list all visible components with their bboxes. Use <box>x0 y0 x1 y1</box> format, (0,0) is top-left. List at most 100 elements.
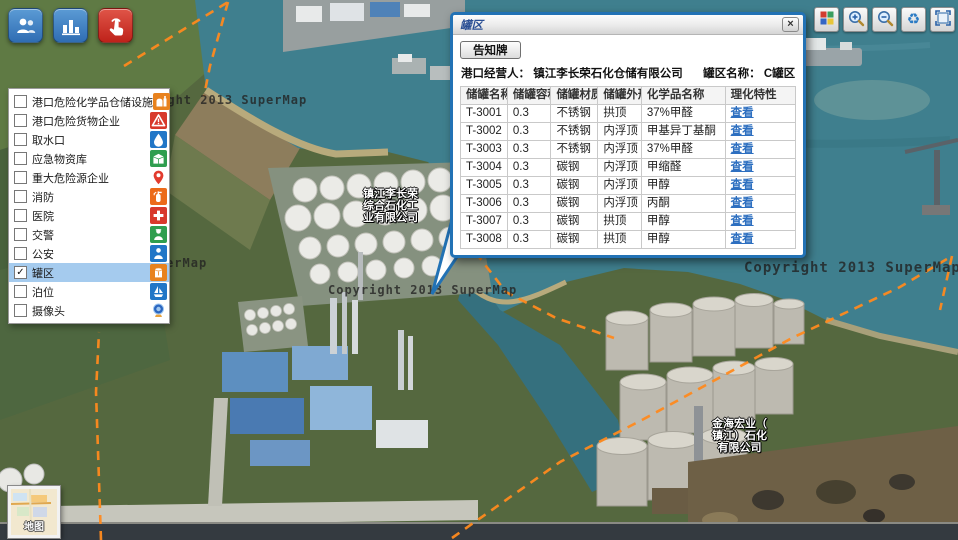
full-extent-button[interactable] <box>930 7 955 32</box>
layer-item[interactable]: 应急物资库 <box>9 149 169 168</box>
notice-board-button[interactable]: 告知牌 <box>460 41 521 59</box>
layer-label: 重大危险源企业 <box>32 170 109 186</box>
layer-checkbox[interactable] <box>14 171 27 184</box>
tank-name-cell: T-3003 <box>461 141 508 159</box>
company-map-label: 镇江李长荣 综合石化工 业有限公司 <box>363 188 418 224</box>
layer-checkbox[interactable] <box>14 285 27 298</box>
layer-item[interactable]: 公安 <box>9 244 169 263</box>
hazard-warning-icon <box>150 112 167 129</box>
column-header: 储罐材质 <box>551 87 598 105</box>
tank-material-cell: 不锈钢 <box>551 123 598 141</box>
layer-checkbox[interactable] <box>14 247 27 260</box>
layer-checkbox[interactable] <box>14 304 27 317</box>
layer-label: 港口危险化学品仓储设施 <box>32 94 153 110</box>
layer-checkbox[interactable] <box>14 209 27 222</box>
recycle-icon: ♻ <box>907 12 920 27</box>
view-link[interactable]: 查看 <box>731 233 754 245</box>
view-link[interactable]: 查看 <box>731 197 754 209</box>
zoom-out-icon <box>876 9 894 30</box>
tank-name-cell: T-3002 <box>461 123 508 141</box>
tank-shape-cell: 内浮顶 <box>598 123 642 141</box>
tank-area-name-value: C罐区 <box>764 68 795 80</box>
chemical-name-cell: 甲缩醛 <box>641 159 725 177</box>
tank-material-cell: 不锈钢 <box>551 141 598 159</box>
layer-label: 交警 <box>32 227 54 243</box>
view-link[interactable]: 查看 <box>731 107 754 119</box>
tank-shape-cell: 拱顶 <box>598 213 642 231</box>
layer-item[interactable]: 罐区 <box>9 263 169 282</box>
tank-shape-cell: 内浮顶 <box>598 159 642 177</box>
layer-item[interactable]: 摄像头 <box>9 301 169 320</box>
layer-item[interactable]: 取水口 <box>9 130 169 149</box>
properties-cell: 查看 <box>725 105 795 123</box>
public-security-icon <box>150 245 167 262</box>
layer-checkbox[interactable] <box>14 190 27 203</box>
layer-checkbox[interactable] <box>14 133 27 146</box>
camera-icon <box>150 302 167 319</box>
layer-item[interactable]: 泊位 <box>9 282 169 301</box>
dialog-titlebar[interactable]: 罐区 × <box>453 15 803 35</box>
chemical-name-cell: 甲醇 <box>641 177 725 195</box>
layer-checkbox[interactable] <box>14 95 27 108</box>
dialog-info-line: 港口经营人： 镇江李长荣石化仓储有限公司 罐区名称： C罐区 <box>461 65 796 81</box>
properties-cell: 查看 <box>725 231 795 249</box>
fire-extinguisher-icon <box>150 188 167 205</box>
table-row: T-3005 0.3 碳钢 内浮顶 甲醇 查看 <box>461 177 796 195</box>
chemical-name-cell: 丙酮 <box>641 195 725 213</box>
dialog-body: 告知牌 港口经营人： 镇江李长荣石化仓储有限公司 罐区名称： C罐区 储罐名称 … <box>453 35 803 255</box>
operator-value: 镇江李长荣石化仓储有限公司 <box>533 68 683 80</box>
layer-item[interactable]: 医院 <box>9 206 169 225</box>
view-link[interactable]: 查看 <box>731 143 754 155</box>
properties-cell: 查看 <box>725 141 795 159</box>
clear-button[interactable]: ♻ <box>901 7 926 32</box>
column-header: 储罐名称 <box>461 87 508 105</box>
layer-item[interactable]: 港口危险货物企业 <box>9 111 169 130</box>
emergency-supplies-icon <box>150 150 167 167</box>
zoom-out-button[interactable] <box>872 7 897 32</box>
tank-name-cell: T-3007 <box>461 213 508 231</box>
tank-volume-cell: 0.3 <box>507 213 551 231</box>
tank-shape-cell: 内浮顶 <box>598 141 642 159</box>
legend-button[interactable] <box>814 7 839 32</box>
close-button[interactable]: × <box>782 17 799 32</box>
layer-item[interactable]: 重大危险源企业 <box>9 168 169 187</box>
table-row: T-3003 0.3 不锈钢 内浮顶 37%甲醛 查看 <box>461 141 796 159</box>
layer-panel: 港口危险化学品仓储设施 港口危险货物企业 取水口 应急物资库 <box>8 88 170 324</box>
view-link[interactable]: 查看 <box>731 215 754 227</box>
layer-checkbox[interactable] <box>14 152 27 165</box>
tank-volume-cell: 0.3 <box>507 159 551 177</box>
minimap-button[interactable]: 地图 <box>8 486 60 538</box>
tank-name-cell: T-3006 <box>461 195 508 213</box>
tank-shape-cell: 拱顶 <box>598 105 642 123</box>
contacts-button[interactable] <box>8 8 43 43</box>
tank-table: 储罐名称 储罐容积 储罐材质 储罐外形 化学品名称 理化特性 <box>460 86 796 249</box>
statistics-button[interactable] <box>53 8 88 43</box>
layer-item[interactable]: 消防 <box>9 187 169 206</box>
chemical-name-cell: 37%甲醛 <box>641 141 725 159</box>
layer-checkbox[interactable] <box>14 266 27 279</box>
zoom-in-button[interactable] <box>843 7 868 32</box>
properties-cell: 查看 <box>725 123 795 141</box>
layer-label: 摄像头 <box>32 303 65 319</box>
layer-item[interactable]: 港口危险化学品仓储设施 <box>9 92 169 111</box>
layer-label: 取水口 <box>32 132 65 148</box>
column-header: 化学品名称 <box>641 87 725 105</box>
layer-checkbox[interactable] <box>14 228 27 241</box>
close-icon: × <box>787 18 793 30</box>
view-link[interactable]: 查看 <box>731 179 754 191</box>
tank-table-body: T-3001 0.3 不锈钢 拱顶 37%甲醛 查看 T-3002 <box>461 105 796 249</box>
tank-area-name-label: 罐区名称： <box>703 68 761 80</box>
operator-label: 港口经营人： <box>461 68 530 80</box>
layer-checkbox[interactable] <box>14 114 27 127</box>
tank-area-dialog: 罐区 × 告知牌 港口经营人： 镇江李长荣石化仓储有限公司 罐区名称： C罐区 <box>450 12 806 258</box>
layer-label: 罐区 <box>32 265 54 281</box>
layer-item[interactable]: 交警 <box>9 225 169 244</box>
tank-name-cell: T-3001 <box>461 105 508 123</box>
properties-cell: 查看 <box>725 177 795 195</box>
dialog-title: 罐区 <box>460 17 483 33</box>
view-link[interactable]: 查看 <box>731 125 754 137</box>
properties-cell: 查看 <box>725 195 795 213</box>
view-link[interactable]: 查看 <box>731 161 754 173</box>
touch-mode-button[interactable] <box>98 8 133 43</box>
users-icon <box>14 14 38 38</box>
